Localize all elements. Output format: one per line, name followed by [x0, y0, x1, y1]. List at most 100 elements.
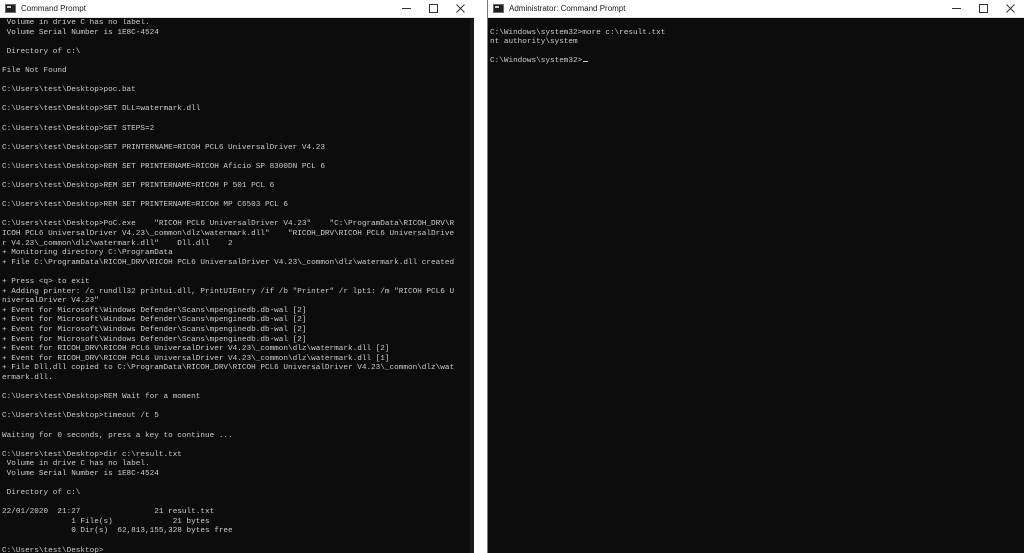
console-line: C:\Users\test\Desktop>REM SET PRINTERNAM…: [2, 163, 474, 173]
maximize-icon: [429, 4, 438, 13]
desktop-gap: [474, 0, 487, 553]
console-line-text: C:\Windows\system32>more c:\result.txt: [490, 28, 666, 37]
cmd-icon: [5, 4, 16, 13]
console-line-text: C:\Users\test\Desktop>REM SET PRINTERNAM…: [2, 201, 289, 210]
console-line: niversalDriver V4.23": [2, 297, 474, 307]
console-line-text: C:\Users\test\Desktop>dir c:\result.txt: [2, 450, 182, 459]
console-line: Directory of c:\: [2, 489, 474, 499]
console-line: Volume Serial Number is 1E8C-4524: [2, 29, 474, 39]
console-line-text: C:\Users\test\Desktop>SET DLL=watermark.…: [2, 105, 201, 114]
console-line-text: C:\Users\test\Desktop>SET PRINTERNAME=RI…: [2, 143, 325, 152]
console-line-text: File Not Found: [2, 66, 67, 75]
console-line: + Event for Microsoft\Windows Defender\S…: [2, 326, 474, 336]
console-line-text: Volume Serial Number is 1E8C-4524: [2, 469, 159, 478]
text-cursor: [583, 61, 589, 63]
console-line-text: Waiting for 0 seconds, press a key to co…: [2, 431, 233, 440]
console-line-text: C:\Users\test\Desktop>SET STEPS=2: [2, 124, 155, 133]
console-line-text: 22/01/2020 21:27 21 result.txt: [2, 508, 215, 517]
console-line-text: + Event for RICOH_DRV\RICOH PCL6 Univers…: [2, 354, 390, 363]
admin-command-prompt-window[interactable]: Administrator: Command Prompt C:\Windows…: [487, 0, 1024, 553]
console-line-text: + Event for Microsoft\Windows Defender\S…: [2, 306, 307, 315]
close-icon: [456, 4, 465, 13]
console-line-text: 0 Dir(s) 62,813,155,328 bytes free: [2, 527, 233, 536]
console-line-text: + Monitoring directory C:\ProgramData: [2, 249, 173, 258]
console-line-text: + File Dll.dll copied to C:\ProgramData\…: [2, 364, 455, 373]
console-line: + Adding printer: /c rundll32 printui.dl…: [2, 288, 474, 298]
window-title: Administrator: Command Prompt: [509, 4, 626, 13]
minimize-icon: [952, 8, 961, 9]
console-output[interactable]: Volume in drive C has no label. Volume S…: [2, 19, 474, 553]
console-line-text: + File C:\ProgramData\RICOH_DRV\RICOH PC…: [2, 258, 455, 267]
console-line: + Event for Microsoft\Windows Defender\S…: [2, 307, 474, 317]
console-line: Directory of c:\: [2, 48, 474, 58]
console-line: C:\Users\test\Desktop>REM Wait for a mom…: [2, 393, 474, 403]
console-line: C:\Users\test\Desktop>SET PRINTERNAME=RI…: [2, 144, 474, 154]
console-line-text: C:\Users\test\Desktop>REM SET PRINTERNAM…: [2, 162, 325, 171]
console-line: C:\Windows\system32>: [490, 57, 1024, 67]
console-line: C:\Users\test\Desktop>SET STEPS=2: [2, 125, 474, 135]
close-icon: [1006, 4, 1015, 13]
console-line-text: C:\Users\test\Desktop>: [2, 546, 104, 553]
console-line-text: Volume in drive C has no label.: [2, 460, 150, 469]
console-line: C:\Users\test\Desktop>PoC.exe "RICOH PCL…: [2, 220, 474, 230]
console-line: Volume Serial Number is 1E8C-4524: [2, 470, 474, 480]
console-line-text: + Event for Microsoft\Windows Defender\S…: [2, 335, 307, 344]
console-line: + Press <q> to exit: [2, 278, 474, 288]
console-line-text: C:\Users\test\Desktop>PoC.exe "RICOH PCL…: [2, 220, 455, 229]
console-line-text: Volume Serial Number is 1E8C-4524: [2, 28, 159, 37]
console-line-text: ermark.dll.: [2, 373, 53, 382]
console-line-text: + Event for Microsoft\Windows Defender\S…: [2, 326, 307, 334]
console-line: ermark.dll.: [2, 374, 474, 384]
window-controls: [393, 0, 474, 17]
console-line-text: + Adding printer: /c rundll32 printui.dl…: [2, 287, 455, 296]
minimize-icon: [402, 8, 411, 9]
maximize-icon: [979, 4, 988, 13]
console-line: Volume in drive C has no label.: [2, 460, 474, 470]
title-bar[interactable]: Administrator: Command Prompt: [488, 0, 1024, 18]
console-line-text: + Press <q> to exit: [2, 278, 90, 287]
close-button[interactable]: [997, 0, 1024, 17]
minimize-button[interactable]: [393, 0, 420, 17]
console-line: 22/01/2020 21:27 21 result.txt: [2, 508, 474, 518]
console-line: + Event for Microsoft\Windows Defender\S…: [2, 316, 474, 326]
window-title: Command Prompt: [21, 4, 86, 13]
console-line-text: 1 File(s) 21 bytes: [2, 517, 210, 526]
maximize-button[interactable]: [420, 0, 447, 17]
console-line-text: + Event for Microsoft\Windows Defender\S…: [2, 316, 307, 325]
console-line: + Event for RICOH_DRV\RICOH PCL6 Univers…: [2, 355, 474, 365]
cmd-icon: [493, 4, 504, 13]
console-line: C:\Users\test\Desktop>timeout /t 5: [2, 412, 474, 422]
console-line-text: Volume in drive C has no label.: [2, 19, 150, 27]
console-line-text: r V4.23\_common\dlz\watermark.dll" Dll.d…: [2, 239, 233, 248]
console-line: + Event for RICOH_DRV\RICOH PCL6 Univers…: [2, 345, 474, 355]
window-controls: [943, 0, 1024, 17]
console-line-text: Directory of c:\: [2, 489, 81, 498]
console-line-text: C:\Users\test\Desktop>timeout /t 5: [2, 412, 159, 421]
minimize-button[interactable]: [943, 0, 970, 17]
console-output[interactable]: C:\Windows\system32>more c:\result.txt nt…: [490, 19, 1024, 553]
console-line-text: C:\Users\test\Desktop>poc.bat: [2, 86, 136, 95]
title-bar[interactable]: Command Prompt: [0, 0, 474, 18]
close-button[interactable]: [447, 0, 474, 17]
console-line-text: ICOH PCL6 UniversalDriver V4.23\_common\…: [2, 230, 455, 239]
console-line: + File C:\ProgramData\RICOH_DRV\RICOH PC…: [2, 259, 474, 269]
command-prompt-window[interactable]: Command Prompt Volume in drive C has no …: [0, 0, 474, 553]
maximize-button[interactable]: [970, 0, 997, 17]
console-line: C:\Users\test\Desktop>REM SET PRINTERNAM…: [2, 201, 474, 211]
console-line: C:\Windows\system32>more c:\result.txt: [490, 29, 1024, 39]
console-line: r V4.23\_common\dlz\watermark.dll" Dll.d…: [2, 240, 474, 250]
